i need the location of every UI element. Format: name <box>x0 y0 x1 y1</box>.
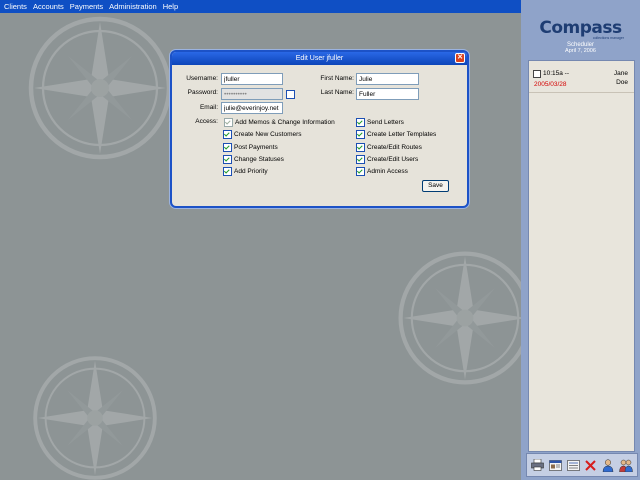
dialog-title-bar[interactable]: Edit User jfuller ✕ <box>172 52 467 65</box>
scheduler-panel: Compass collections manager Scheduler Ap… <box>521 0 640 480</box>
access-label-edit-users: Create/Edit Users <box>367 156 419 163</box>
password-field[interactable] <box>221 88 283 100</box>
last-name-field[interactable] <box>356 88 419 100</box>
appointment-time: 10:15a -- <box>543 70 570 77</box>
access-checkbox-send-letters[interactable] <box>356 118 365 127</box>
username-field[interactable] <box>221 73 283 85</box>
password-label: Password: <box>187 89 218 96</box>
logo-area: Compass collections manager Scheduler Ap… <box>521 0 640 60</box>
access-label-edit-routes: Create/Edit Routes <box>367 144 422 151</box>
menu-accounts[interactable]: Accounts <box>33 2 64 11</box>
scheduler-toolbar <box>526 453 638 477</box>
access-label-create-customers: Create New Customers <box>234 131 302 138</box>
scheduler-date: April 7, 2006 <box>565 48 596 54</box>
username-label: Username: <box>186 75 218 82</box>
contact-first-name: Jane <box>613 70 628 77</box>
access-checkbox-add-priority[interactable] <box>223 167 232 176</box>
edit-user-dialog: Edit User jfuller ✕ Username: Password: … <box>170 50 469 208</box>
email-label: Email: <box>199 104 218 111</box>
contact-last-name: Doe <box>616 79 628 86</box>
access-checkbox-create-customers[interactable] <box>223 130 232 139</box>
access-label: Access: <box>195 118 218 125</box>
appointment-date: 2005/03/28 <box>534 81 567 88</box>
card-icon[interactable] <box>548 458 562 472</box>
access-checkbox-edit-users[interactable] <box>356 155 365 164</box>
delete-icon[interactable] <box>584 458 598 472</box>
menu-administration[interactable]: Administration <box>109 2 157 11</box>
email-field[interactable] <box>221 102 283 114</box>
password-checkbox[interactable] <box>286 90 295 99</box>
access-checkbox-letter-templates[interactable] <box>356 130 365 139</box>
list-icon[interactable] <box>566 458 580 472</box>
access-label-post-payments: Post Payments <box>234 144 278 151</box>
appointment-contact: Jane Doe <box>614 69 628 87</box>
menu-clients[interactable]: Clients <box>4 2 27 11</box>
access-checkbox-post-payments[interactable] <box>223 143 232 152</box>
appointment-list: 10:15a -- 2005/03/28 Jane Doe <box>528 60 635 452</box>
dialog-title: Edit User jfuller <box>295 55 344 62</box>
menu-bar: Clients Accounts Payments Administration… <box>0 0 521 13</box>
last-name-label: Last Name: <box>320 89 354 96</box>
compass-logo: Compass <box>539 18 622 38</box>
printer-icon[interactable] <box>531 458 545 472</box>
first-name-field[interactable] <box>356 73 419 85</box>
dialog-body: Username: Password: Email: Access: First… <box>172 65 467 206</box>
close-button[interactable]: ✕ <box>455 53 465 63</box>
menu-help[interactable]: Help <box>163 2 178 11</box>
access-label-send-letters: Send Letters <box>367 119 404 126</box>
access-checkbox-change-statuses[interactable] <box>223 155 232 164</box>
appointment-checkbox[interactable] <box>533 70 541 78</box>
users-icon[interactable] <box>619 458 633 472</box>
menu-payments[interactable]: Payments <box>70 2 103 11</box>
compass-watermark <box>33 356 157 480</box>
list-item[interactable]: 10:15a -- 2005/03/28 Jane Doe <box>529 61 634 93</box>
access-label-letter-templates: Create Letter Templates <box>367 131 437 138</box>
access-label-add-priority: Add Priority <box>234 168 268 175</box>
compass-watermark <box>398 251 532 385</box>
access-checkbox-admin-access[interactable] <box>356 167 365 176</box>
save-button[interactable]: Save <box>422 180 449 192</box>
first-name-label: First Name: <box>320 75 354 82</box>
access-checkbox-edit-routes[interactable] <box>356 143 365 152</box>
compass-watermark <box>28 16 172 160</box>
access-checkbox-add-memos[interactable] <box>224 118 233 127</box>
user-icon[interactable] <box>601 458 615 472</box>
access-label-add-memos: Add Memos & Change Information <box>235 119 335 126</box>
access-label-change-statuses: Change Statuses <box>234 156 284 163</box>
access-label-admin-access: Admin Access <box>367 168 408 175</box>
